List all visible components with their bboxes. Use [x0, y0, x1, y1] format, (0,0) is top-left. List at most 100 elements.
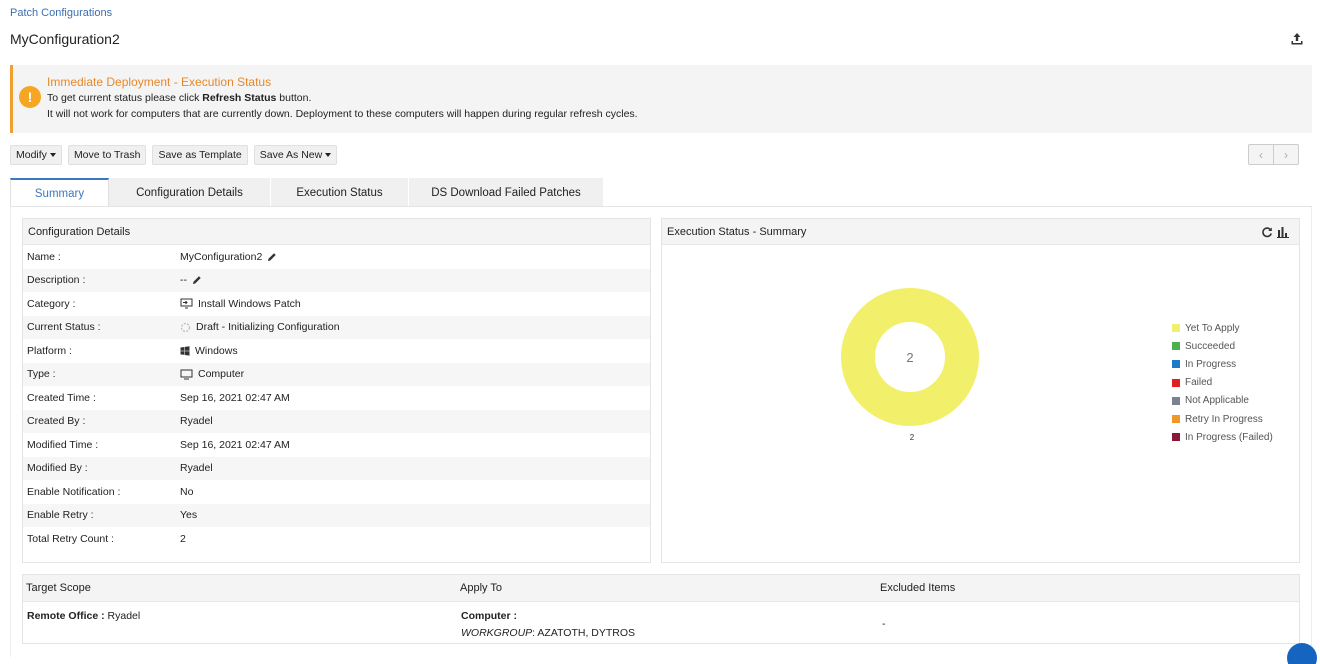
caret-down-icon	[49, 153, 56, 157]
detail-row-total-retry-count: Total Retry Count : 2	[23, 527, 650, 551]
configuration-details-panel: Configuration Details Name : MyConfigura…	[22, 218, 651, 563]
detail-row-category: Category : Install Windows Patch	[23, 292, 650, 316]
detail-value: Computer	[198, 368, 245, 381]
donut-chart-area: 2 2 Yet To Apply Succeeded In Progress F…	[662, 245, 1299, 563]
legend-swatch	[1172, 342, 1180, 351]
detail-row-created-by: Created By : Ryadel	[23, 409, 650, 433]
prev-icon[interactable]: ‹	[1249, 145, 1273, 164]
tab-configuration-details[interactable]: Configuration Details	[109, 178, 271, 207]
alert-line1: To get current status please click Refre…	[47, 92, 312, 104]
legend-item-in-progress[interactable]: In Progress	[1172, 355, 1273, 373]
excluded-items-value: -	[882, 618, 886, 630]
move-to-trash-button[interactable]: Move to Trash	[67, 145, 147, 165]
detail-value: Sep 16, 2021 02:47 AM	[180, 391, 290, 404]
detail-label: Name :	[27, 250, 61, 263]
refresh-icon[interactable]	[1261, 226, 1273, 238]
detail-row-modified-time: Modified Time : Sep 16, 2021 02:47 AM	[23, 433, 650, 457]
apply-to-label: Computer :	[461, 610, 517, 622]
detail-value: Sep 16, 2021 02:47 AM	[180, 438, 290, 451]
detail-value: Draft - Initializing Configuration	[196, 321, 340, 334]
header-target-scope: Target Scope	[26, 582, 91, 594]
detail-value: Yes	[180, 509, 198, 522]
export-icon[interactable]	[1290, 32, 1304, 46]
apply-to-value: WORKGROUP: AZATOTH, DYTROS	[461, 627, 636, 639]
breadcrumb[interactable]: Patch Configurations	[10, 7, 112, 19]
detail-label: Category :	[27, 297, 76, 310]
detail-value: Install Windows Patch	[198, 297, 301, 310]
edit-pencil-icon[interactable]	[192, 275, 202, 285]
detail-row-platform: Platform : Windows	[23, 339, 650, 363]
detail-row-modified-by: Modified By : Ryadel	[23, 456, 650, 480]
legend-item-retry-in-progress[interactable]: Retry In Progress	[1172, 410, 1273, 428]
detail-label: Platform :	[27, 344, 72, 357]
donut-slice-label: 2	[910, 433, 915, 442]
chat-icon[interactable]	[1287, 643, 1317, 664]
target-scope-value: Remote Office : Ryadel	[27, 610, 141, 622]
detail-value: MyConfiguration2	[180, 250, 263, 263]
detail-value: Ryadel	[180, 462, 213, 475]
legend-swatch	[1172, 378, 1180, 387]
detail-label: Created By :	[27, 415, 86, 428]
detail-label: Modified By :	[27, 462, 88, 475]
exec-summary-title: Execution Status - Summary	[662, 219, 1299, 245]
tab-summary[interactable]: Summary	[10, 178, 109, 207]
caret-down-icon	[325, 153, 332, 157]
warning-icon: !	[19, 86, 41, 108]
detail-row-enable-notification: Enable Notification : No	[23, 480, 650, 504]
detail-label: Total Retry Count :	[27, 532, 114, 545]
execution-summary-panel: Execution Status - Summary 2 2 Yet To Ap…	[661, 218, 1300, 563]
windows-icon	[180, 346, 190, 356]
header-apply-to: Apply To	[460, 582, 502, 594]
donut-center-value: 2	[906, 350, 913, 365]
spinner-icon	[180, 322, 191, 332]
save-as-new-button[interactable]: Save As New	[253, 145, 338, 165]
detail-row-created-time: Created Time : Sep 16, 2021 02:47 AM	[23, 386, 650, 410]
next-icon[interactable]: ›	[1273, 145, 1298, 164]
legend-item-in-progress-failed[interactable]: In Progress (Failed)	[1172, 428, 1273, 446]
target-scope-table: Target Scope Apply To Excluded Items Rem…	[22, 574, 1300, 644]
legend-item-not-applicable[interactable]: Not Applicable	[1172, 392, 1273, 410]
detail-value: Windows	[195, 344, 238, 357]
tab-bar: Summary Configuration Details Execution …	[10, 178, 604, 207]
modify-button[interactable]: Modify	[10, 145, 62, 165]
legend-item-succeeded[interactable]: Succeeded	[1172, 337, 1273, 355]
bar-chart-icon[interactable]	[1277, 226, 1289, 238]
detail-row-name: Name : MyConfiguration2	[23, 245, 650, 269]
toolbar: Modify Move to Trash Save as Template Sa…	[10, 145, 338, 165]
legend-swatch	[1172, 324, 1180, 333]
legend-swatch	[1172, 433, 1180, 442]
detail-label: Modified Time :	[27, 438, 99, 451]
detail-row-current-status: Current Status : Draft - Initializing Co…	[23, 315, 650, 339]
page-title: MyConfiguration2	[10, 31, 120, 47]
legend-swatch	[1172, 415, 1180, 424]
edit-pencil-icon[interactable]	[267, 252, 277, 262]
chart-legend: Yet To Apply Succeeded In Progress Faile…	[1172, 319, 1273, 446]
legend-swatch	[1172, 396, 1180, 405]
save-as-template-button[interactable]: Save as Template	[152, 145, 248, 165]
detail-value: No	[180, 485, 194, 498]
detail-row-description: Description : --	[23, 268, 650, 292]
pager: ‹ ›	[1248, 144, 1299, 165]
legend-item-failed[interactable]: Failed	[1172, 374, 1273, 392]
detail-label: Type :	[27, 368, 56, 381]
detail-label: Created Time :	[27, 391, 96, 404]
details-title: Configuration Details	[23, 219, 650, 245]
deployment-alert: ! Immediate Deployment - Execution Statu…	[10, 65, 1312, 133]
detail-row-enable-retry: Enable Retry : Yes	[23, 503, 650, 527]
detail-label: Enable Retry :	[27, 509, 94, 522]
legend-item-yet-to-apply[interactable]: Yet To Apply	[1172, 319, 1273, 337]
details-rows: Name : MyConfiguration2 Description : --…	[23, 245, 650, 551]
alert-title: Immediate Deployment - Execution Status	[47, 75, 272, 89]
detail-value: --	[180, 274, 187, 287]
detail-label: Current Status :	[27, 321, 101, 334]
detail-row-type: Type : Computer	[23, 362, 650, 386]
refresh-status-text: Refresh Status	[202, 92, 277, 104]
detail-value: Ryadel	[180, 415, 213, 428]
legend-swatch	[1172, 360, 1180, 369]
tab-execution-status[interactable]: Execution Status	[271, 178, 409, 207]
detail-label: Description :	[27, 274, 86, 287]
tab-ds-download-failed-patches[interactable]: DS Download Failed Patches	[409, 178, 604, 207]
detail-label: Enable Notification :	[27, 485, 121, 498]
computer-icon	[180, 369, 193, 380]
alert-line2: It will not work for computers that are …	[47, 108, 638, 120]
